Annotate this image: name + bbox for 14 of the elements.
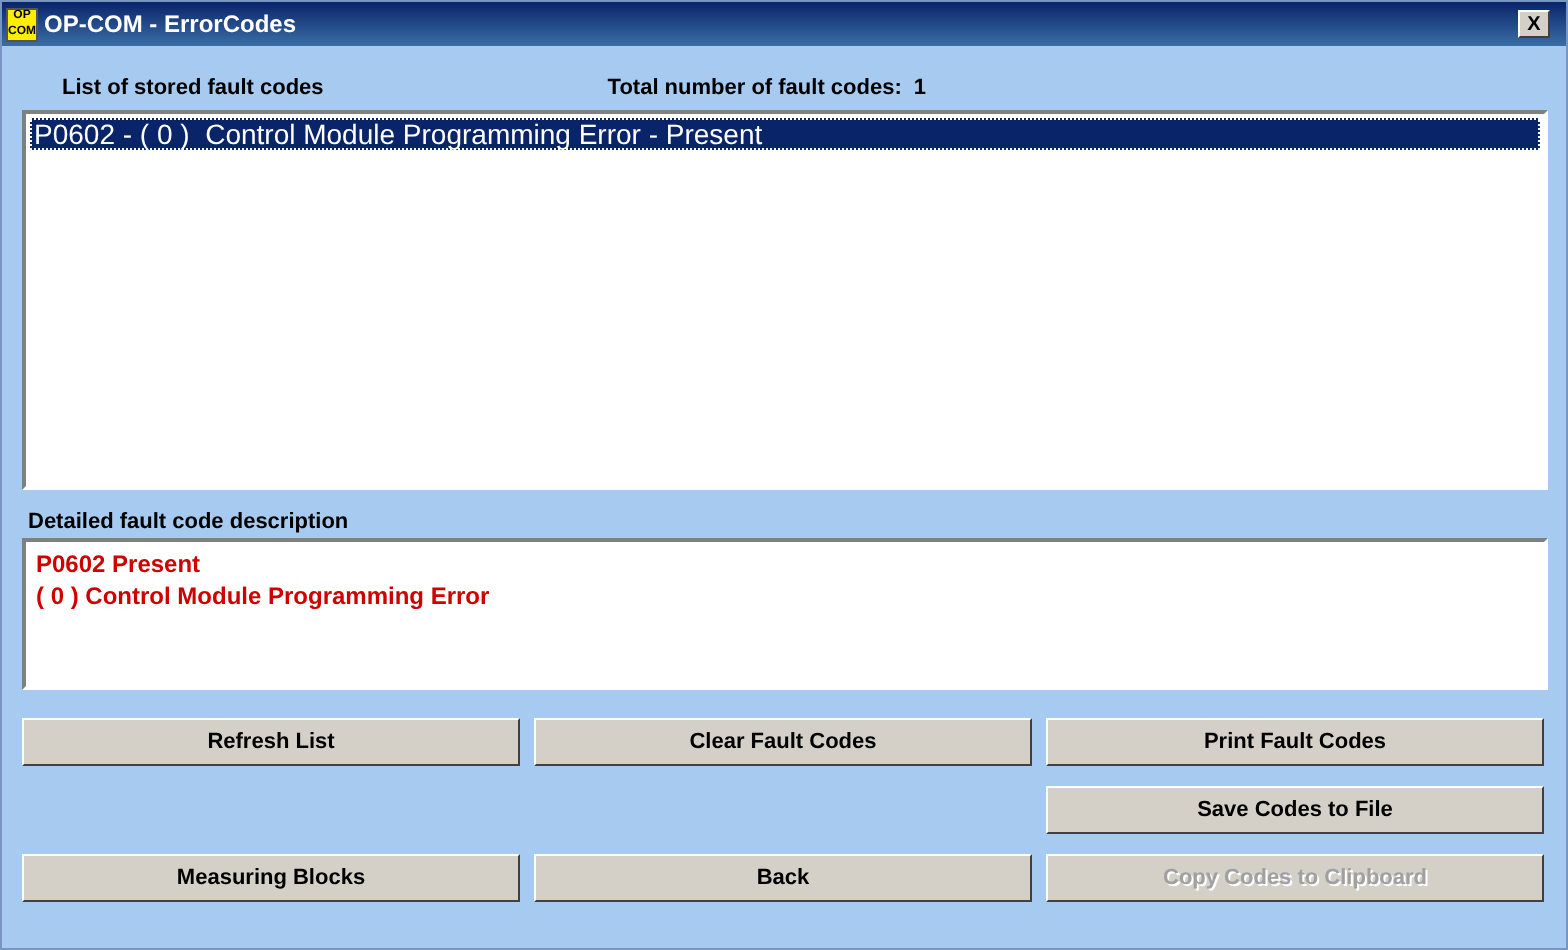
- action-button[interactable]: Clear Fault Codes: [534, 718, 1032, 766]
- total-label: Total number of fault codes:: [607, 76, 902, 100]
- action-button[interactable]: Back: [534, 854, 1032, 902]
- action-button[interactable]: Refresh List: [22, 718, 520, 766]
- action-button[interactable]: Measuring Blocks: [22, 854, 520, 902]
- description-line: P0602 Present: [36, 548, 203, 580]
- list-label: List of stored fault codes: [62, 76, 324, 100]
- description-label: Detailed fault code description: [28, 510, 349, 534]
- description-line: ( 0 ) Control Module Programming Error: [36, 580, 492, 612]
- action-button[interactable]: Save Codes to File: [1046, 786, 1544, 834]
- close-button[interactable]: X: [1518, 10, 1550, 38]
- total-value: 1: [913, 76, 926, 100]
- window-title: OP-COM - ErrorCodes: [44, 10, 299, 38]
- action-button[interactable]: Print Fault Codes: [1046, 718, 1544, 766]
